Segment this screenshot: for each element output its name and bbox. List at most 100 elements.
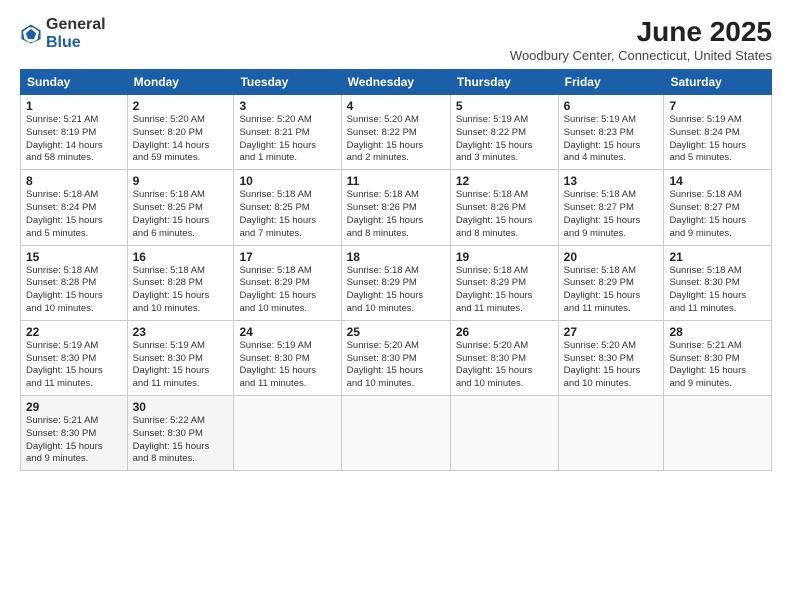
col-header-wednesday: Wednesday — [341, 70, 450, 95]
day-cell: 21Sunrise: 5:18 AM Sunset: 8:30 PM Dayli… — [664, 245, 772, 320]
day-number: 19 — [456, 250, 553, 264]
day-info: Sunrise: 5:21 AM Sunset: 8:30 PM Dayligh… — [669, 340, 766, 391]
day-cell: 30Sunrise: 5:22 AM Sunset: 8:30 PM Dayli… — [127, 396, 234, 471]
day-number: 18 — [347, 250, 445, 264]
day-info: Sunrise: 5:20 AM Sunset: 8:22 PM Dayligh… — [347, 114, 445, 165]
day-info: Sunrise: 5:18 AM Sunset: 8:28 PM Dayligh… — [133, 265, 229, 316]
day-cell: 26Sunrise: 5:20 AM Sunset: 8:30 PM Dayli… — [450, 320, 558, 395]
day-cell: 18Sunrise: 5:18 AM Sunset: 8:29 PM Dayli… — [341, 245, 450, 320]
day-cell: 20Sunrise: 5:18 AM Sunset: 8:29 PM Dayli… — [558, 245, 664, 320]
day-info: Sunrise: 5:18 AM Sunset: 8:30 PM Dayligh… — [669, 265, 766, 316]
day-number: 8 — [26, 174, 122, 188]
day-number: 17 — [239, 250, 335, 264]
day-cell: 3Sunrise: 5:20 AM Sunset: 8:21 PM Daylig… — [234, 95, 341, 170]
day-number: 1 — [26, 99, 122, 113]
day-info: Sunrise: 5:19 AM Sunset: 8:30 PM Dayligh… — [133, 340, 229, 391]
col-header-thursday: Thursday — [450, 70, 558, 95]
day-cell: 13Sunrise: 5:18 AM Sunset: 8:27 PM Dayli… — [558, 170, 664, 245]
day-number: 4 — [347, 99, 445, 113]
col-header-sunday: Sunday — [21, 70, 128, 95]
day-info: Sunrise: 5:19 AM Sunset: 8:30 PM Dayligh… — [239, 340, 335, 391]
logo-icon — [20, 23, 42, 45]
day-number: 24 — [239, 325, 335, 339]
day-number: 12 — [456, 174, 553, 188]
day-info: Sunrise: 5:18 AM Sunset: 8:26 PM Dayligh… — [456, 189, 553, 240]
week-row-2: 8Sunrise: 5:18 AM Sunset: 8:24 PM Daylig… — [21, 170, 772, 245]
day-info: Sunrise: 5:20 AM Sunset: 8:30 PM Dayligh… — [456, 340, 553, 391]
day-cell: 10Sunrise: 5:18 AM Sunset: 8:25 PM Dayli… — [234, 170, 341, 245]
day-info: Sunrise: 5:21 AM Sunset: 8:19 PM Dayligh… — [26, 114, 122, 165]
day-info: Sunrise: 5:18 AM Sunset: 8:29 PM Dayligh… — [456, 265, 553, 316]
day-cell: 8Sunrise: 5:18 AM Sunset: 8:24 PM Daylig… — [21, 170, 128, 245]
day-info: Sunrise: 5:18 AM Sunset: 8:29 PM Dayligh… — [347, 265, 445, 316]
day-number: 11 — [347, 174, 445, 188]
day-number: 13 — [564, 174, 659, 188]
day-number: 3 — [239, 99, 335, 113]
day-info: Sunrise: 5:20 AM Sunset: 8:30 PM Dayligh… — [564, 340, 659, 391]
day-info: Sunrise: 5:19 AM Sunset: 8:22 PM Dayligh… — [456, 114, 553, 165]
day-cell: 16Sunrise: 5:18 AM Sunset: 8:28 PM Dayli… — [127, 245, 234, 320]
day-cell: 6Sunrise: 5:19 AM Sunset: 8:23 PM Daylig… — [558, 95, 664, 170]
day-cell: 2Sunrise: 5:20 AM Sunset: 8:20 PM Daylig… — [127, 95, 234, 170]
day-info: Sunrise: 5:19 AM Sunset: 8:23 PM Dayligh… — [564, 114, 659, 165]
day-number: 20 — [564, 250, 659, 264]
header-row: SundayMondayTuesdayWednesdayThursdayFrid… — [21, 70, 772, 95]
day-number: 26 — [456, 325, 553, 339]
day-cell — [664, 396, 772, 471]
day-number: 21 — [669, 250, 766, 264]
day-number: 5 — [456, 99, 553, 113]
day-cell: 9Sunrise: 5:18 AM Sunset: 8:25 PM Daylig… — [127, 170, 234, 245]
day-number: 15 — [26, 250, 122, 264]
day-cell: 5Sunrise: 5:19 AM Sunset: 8:22 PM Daylig… — [450, 95, 558, 170]
page: General Blue June 2025 Woodbury Center, … — [0, 0, 792, 612]
week-row-4: 22Sunrise: 5:19 AM Sunset: 8:30 PM Dayli… — [21, 320, 772, 395]
day-info: Sunrise: 5:18 AM Sunset: 8:26 PM Dayligh… — [347, 189, 445, 240]
day-info: Sunrise: 5:18 AM Sunset: 8:25 PM Dayligh… — [133, 189, 229, 240]
week-row-1: 1Sunrise: 5:21 AM Sunset: 8:19 PM Daylig… — [21, 95, 772, 170]
col-header-monday: Monday — [127, 70, 234, 95]
day-cell: 24Sunrise: 5:19 AM Sunset: 8:30 PM Dayli… — [234, 320, 341, 395]
day-info: Sunrise: 5:18 AM Sunset: 8:24 PM Dayligh… — [26, 189, 122, 240]
day-cell: 22Sunrise: 5:19 AM Sunset: 8:30 PM Dayli… — [21, 320, 128, 395]
day-number: 16 — [133, 250, 229, 264]
day-cell: 23Sunrise: 5:19 AM Sunset: 8:30 PM Dayli… — [127, 320, 234, 395]
logo: General Blue — [20, 16, 106, 51]
day-number: 2 — [133, 99, 229, 113]
header: General Blue June 2025 Woodbury Center, … — [20, 16, 772, 63]
title-block: June 2025 Woodbury Center, Connecticut, … — [510, 16, 772, 63]
day-cell — [341, 396, 450, 471]
col-header-saturday: Saturday — [664, 70, 772, 95]
day-info: Sunrise: 5:18 AM Sunset: 8:27 PM Dayligh… — [669, 189, 766, 240]
day-number: 22 — [26, 325, 122, 339]
day-number: 6 — [564, 99, 659, 113]
day-cell: 19Sunrise: 5:18 AM Sunset: 8:29 PM Dayli… — [450, 245, 558, 320]
day-cell: 27Sunrise: 5:20 AM Sunset: 8:30 PM Dayli… — [558, 320, 664, 395]
day-number: 30 — [133, 400, 229, 414]
day-number: 28 — [669, 325, 766, 339]
day-info: Sunrise: 5:20 AM Sunset: 8:30 PM Dayligh… — [347, 340, 445, 391]
day-cell: 4Sunrise: 5:20 AM Sunset: 8:22 PM Daylig… — [341, 95, 450, 170]
day-cell: 25Sunrise: 5:20 AM Sunset: 8:30 PM Dayli… — [341, 320, 450, 395]
month-title: June 2025 — [510, 16, 772, 48]
day-cell: 1Sunrise: 5:21 AM Sunset: 8:19 PM Daylig… — [21, 95, 128, 170]
day-info: Sunrise: 5:18 AM Sunset: 8:28 PM Dayligh… — [26, 265, 122, 316]
day-info: Sunrise: 5:20 AM Sunset: 8:20 PM Dayligh… — [133, 114, 229, 165]
day-cell: 7Sunrise: 5:19 AM Sunset: 8:24 PM Daylig… — [664, 95, 772, 170]
col-header-tuesday: Tuesday — [234, 70, 341, 95]
day-cell: 14Sunrise: 5:18 AM Sunset: 8:27 PM Dayli… — [664, 170, 772, 245]
day-info: Sunrise: 5:22 AM Sunset: 8:30 PM Dayligh… — [133, 415, 229, 466]
day-cell: 17Sunrise: 5:18 AM Sunset: 8:29 PM Dayli… — [234, 245, 341, 320]
day-cell: 29Sunrise: 5:21 AM Sunset: 8:30 PM Dayli… — [21, 396, 128, 471]
day-info: Sunrise: 5:21 AM Sunset: 8:30 PM Dayligh… — [26, 415, 122, 466]
day-info: Sunrise: 5:19 AM Sunset: 8:24 PM Dayligh… — [669, 114, 766, 165]
day-info: Sunrise: 5:19 AM Sunset: 8:30 PM Dayligh… — [26, 340, 122, 391]
day-cell — [558, 396, 664, 471]
day-cell: 28Sunrise: 5:21 AM Sunset: 8:30 PM Dayli… — [664, 320, 772, 395]
logo-text: General Blue — [46, 16, 106, 51]
location: Woodbury Center, Connecticut, United Sta… — [510, 48, 772, 63]
day-cell — [450, 396, 558, 471]
day-number: 14 — [669, 174, 766, 188]
day-info: Sunrise: 5:18 AM Sunset: 8:29 PM Dayligh… — [239, 265, 335, 316]
day-number: 9 — [133, 174, 229, 188]
day-info: Sunrise: 5:20 AM Sunset: 8:21 PM Dayligh… — [239, 114, 335, 165]
